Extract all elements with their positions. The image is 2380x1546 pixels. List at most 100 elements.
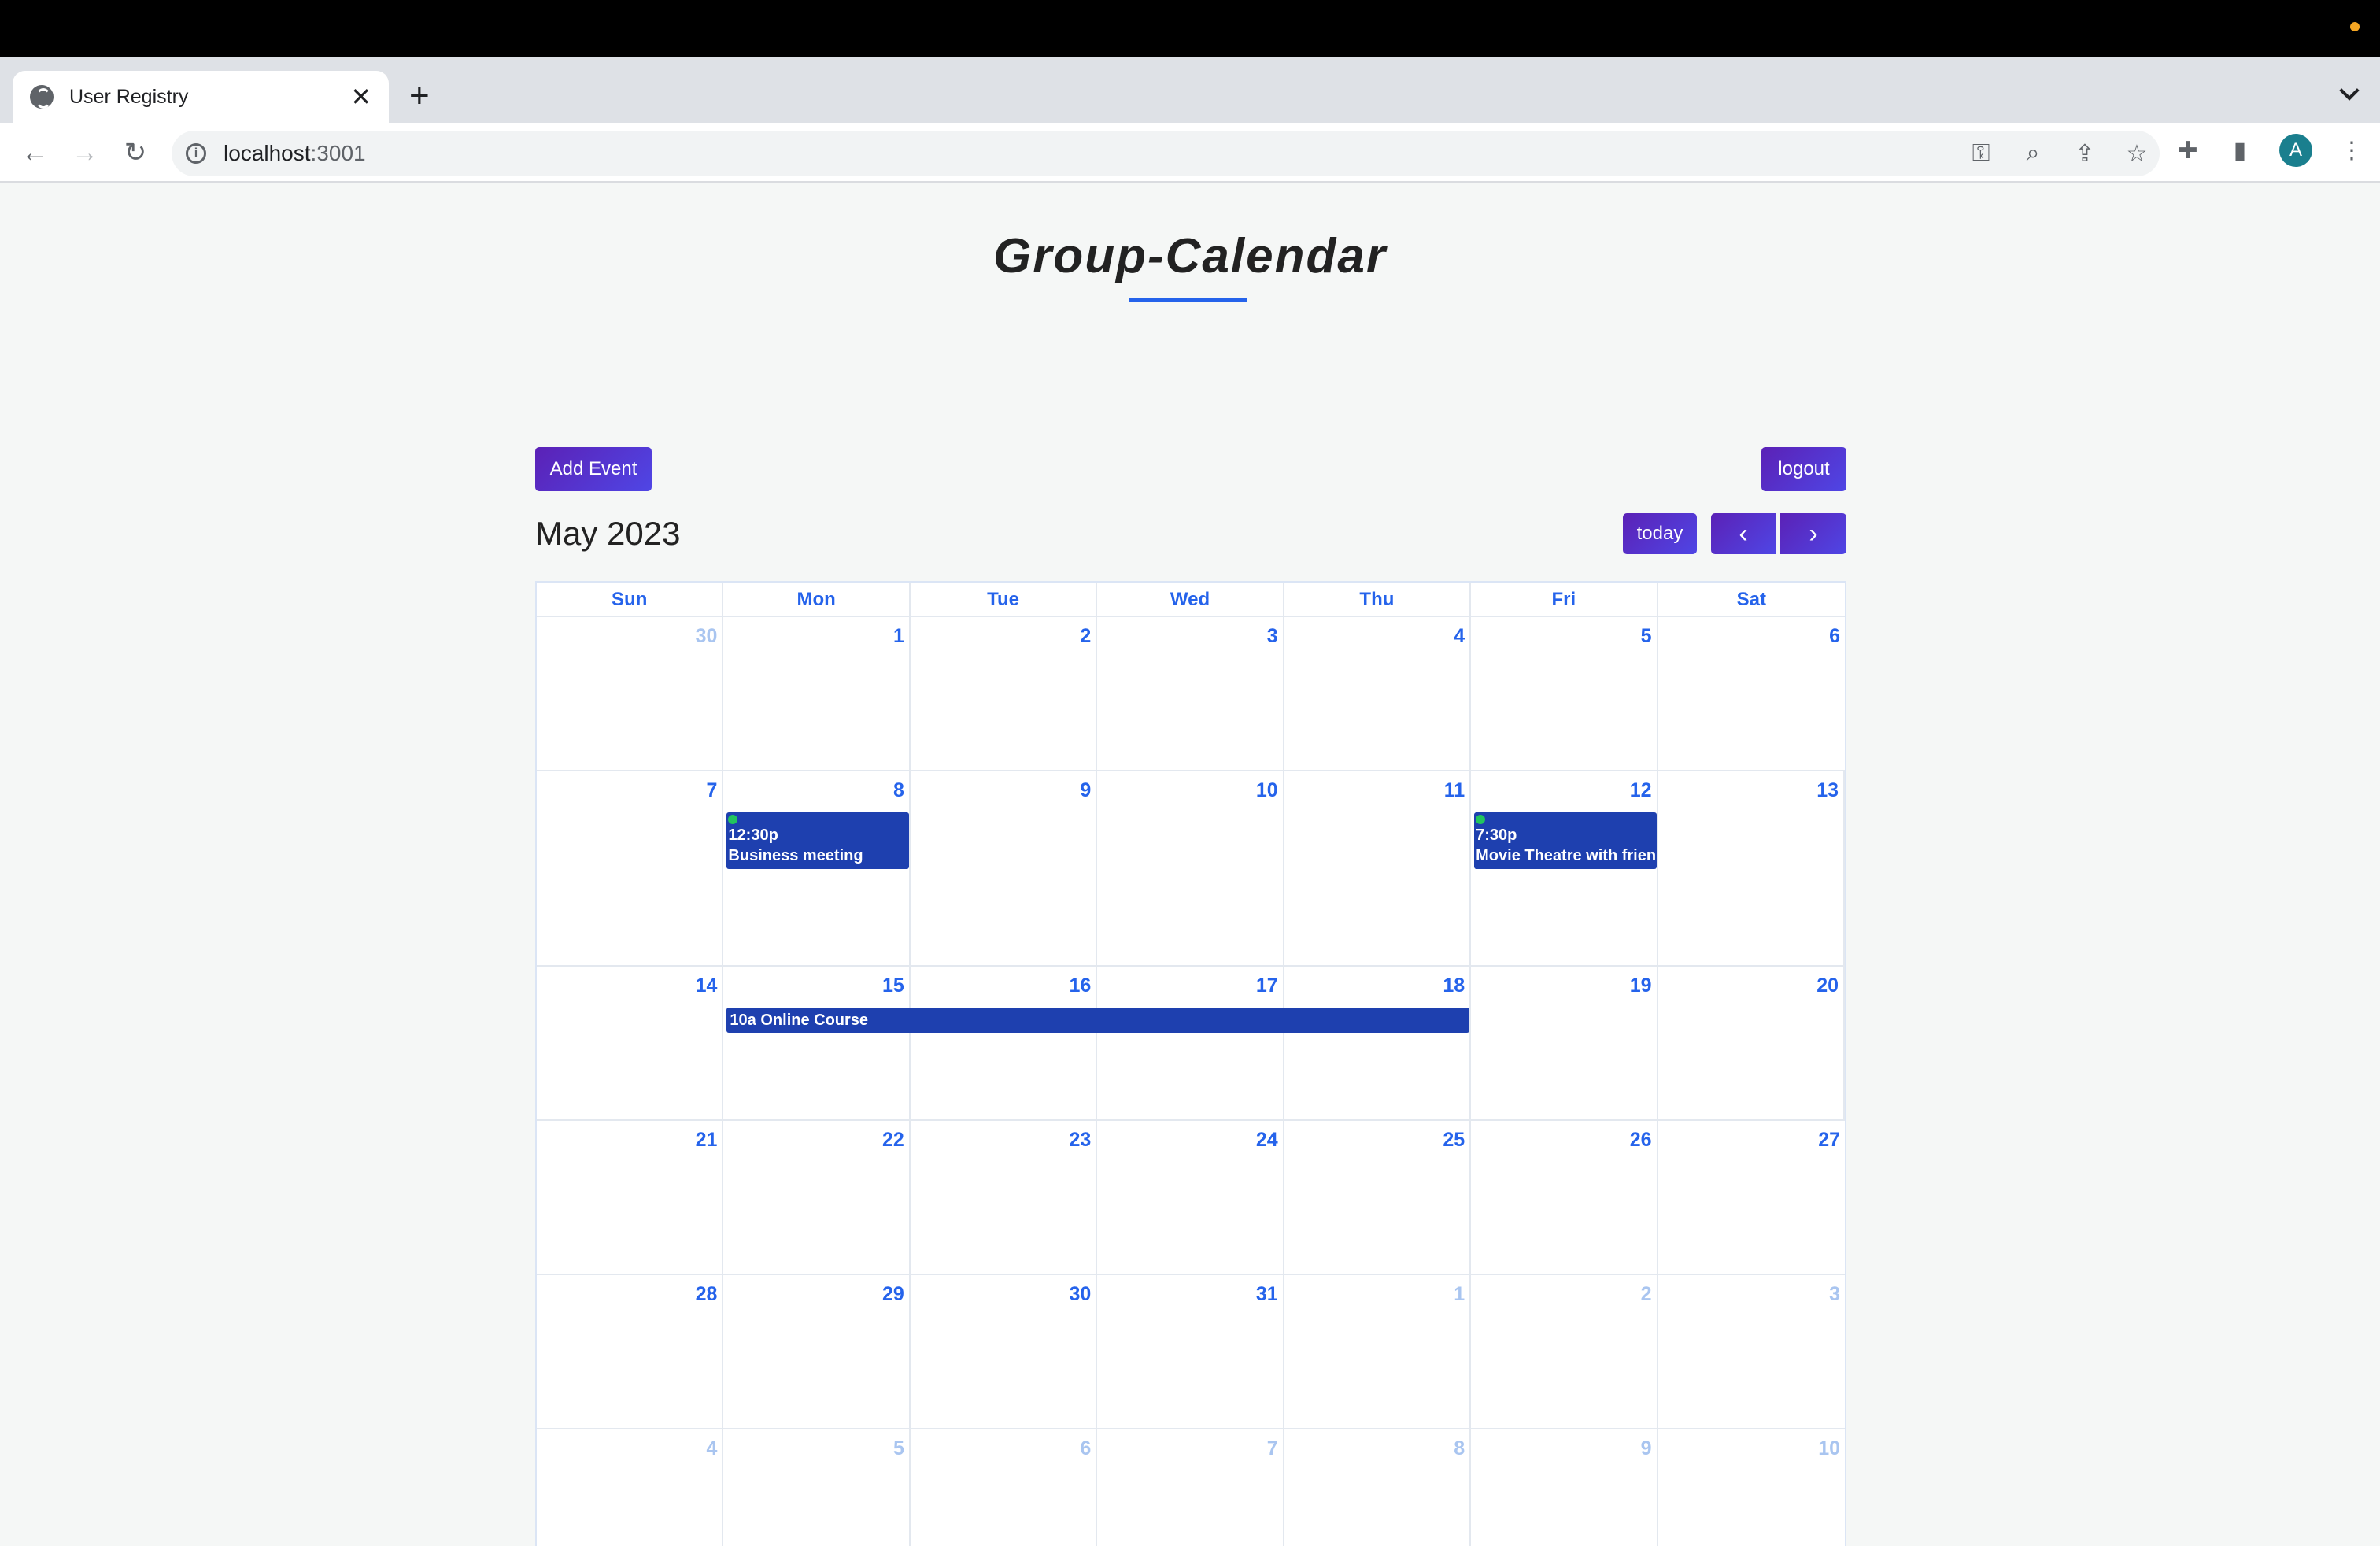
- day-number[interactable]: 29: [882, 1283, 904, 1306]
- back-arrow-icon[interactable]: ←: [17, 135, 52, 170]
- day-cell[interactable]: 9: [1471, 1429, 1658, 1546]
- new-tab-button[interactable]: +: [409, 79, 430, 113]
- close-tab-icon[interactable]: ✕: [350, 84, 371, 109]
- day-cell[interactable]: 7: [1097, 1429, 1284, 1546]
- info-icon[interactable]: i: [186, 143, 206, 164]
- day-cell[interactable]: 5: [1471, 617, 1658, 770]
- logout-button[interactable]: logout: [1761, 447, 1846, 491]
- day-cell[interactable]: 7: [537, 771, 724, 965]
- day-number[interactable]: 10: [1256, 779, 1278, 802]
- day-number[interactable]: 25: [1443, 1129, 1465, 1152]
- day-number[interactable]: 3: [1267, 625, 1278, 648]
- day-number[interactable]: 9: [1641, 1437, 1652, 1460]
- calendar-event[interactable]: 10a Online Course: [726, 1008, 1470, 1033]
- day-number[interactable]: 5: [1641, 625, 1652, 648]
- day-cell[interactable]: 6: [1658, 617, 1845, 770]
- day-number[interactable]: 22: [882, 1129, 904, 1152]
- day-cell[interactable]: 2: [1471, 1275, 1658, 1428]
- day-number[interactable]: 31: [1256, 1283, 1278, 1306]
- calendar-event[interactable]: 12:30p Business meeting: [726, 812, 909, 869]
- day-cell[interactable]: 24: [1097, 1121, 1284, 1274]
- day-number[interactable]: 6: [1829, 625, 1840, 648]
- day-number[interactable]: 5: [893, 1437, 904, 1460]
- day-cell[interactable]: 30: [537, 617, 724, 770]
- day-number[interactable]: 1: [1454, 1283, 1465, 1306]
- day-cell[interactable]: 29: [723, 1275, 911, 1428]
- day-cell[interactable]: 9: [911, 771, 1098, 965]
- day-cell[interactable]: 5: [723, 1429, 911, 1546]
- day-number[interactable]: 24: [1256, 1129, 1278, 1152]
- day-cell[interactable]: 31: [1097, 1275, 1284, 1428]
- day-cell[interactable]: 3: [1658, 1275, 1845, 1428]
- day-number[interactable]: 2: [1641, 1283, 1652, 1306]
- day-number[interactable]: 16: [1069, 975, 1091, 997]
- day-cell[interactable]: 1: [723, 617, 911, 770]
- avatar[interactable]: A: [2279, 134, 2312, 167]
- star-icon[interactable]: ☆: [2125, 140, 2149, 168]
- browser-tab[interactable]: User Registry ✕: [13, 71, 389, 123]
- day-number[interactable]: 21: [696, 1129, 718, 1152]
- day-number[interactable]: 15: [882, 975, 904, 997]
- day-number[interactable]: 7: [707, 779, 718, 802]
- day-number[interactable]: 6: [1080, 1437, 1091, 1460]
- side-panel-icon[interactable]: ▮: [2227, 137, 2252, 165]
- day-cell[interactable]: 1: [1284, 1275, 1472, 1428]
- today-button[interactable]: today: [1623, 513, 1697, 554]
- day-cell[interactable]: 18: [1284, 967, 1472, 1119]
- day-number[interactable]: 10: [1818, 1437, 1840, 1460]
- chevron-down-icon[interactable]: [2339, 80, 2360, 101]
- next-month-button[interactable]: ›: [1780, 513, 1846, 554]
- forward-arrow-icon[interactable]: →: [68, 135, 102, 170]
- day-cell[interactable]: 6: [911, 1429, 1098, 1546]
- day-cell[interactable]: 16: [911, 967, 1098, 1119]
- day-cell[interactable]: 4: [1284, 617, 1472, 770]
- day-number[interactable]: 30: [1069, 1283, 1091, 1306]
- day-number[interactable]: 12: [1630, 779, 1652, 802]
- key-icon[interactable]: ⚿: [1969, 140, 1993, 167]
- day-number[interactable]: 11: [1444, 779, 1465, 802]
- day-cell[interactable]: 26: [1471, 1121, 1658, 1274]
- more-menu-icon[interactable]: ⋮: [2339, 137, 2364, 165]
- day-number[interactable]: 30: [696, 625, 718, 648]
- day-cell[interactable]: 28: [537, 1275, 724, 1428]
- day-cell[interactable]: 4: [537, 1429, 724, 1546]
- extensions-icon[interactable]: ✚: [2175, 137, 2201, 165]
- day-number[interactable]: 14: [696, 975, 718, 997]
- day-number[interactable]: 1: [893, 625, 904, 648]
- day-cell[interactable]: 20: [1658, 967, 1845, 1119]
- day-number[interactable]: 26: [1630, 1129, 1652, 1152]
- zoom-icon[interactable]: ⌕: [2021, 140, 2045, 167]
- day-number[interactable]: 23: [1069, 1129, 1091, 1152]
- day-number[interactable]: 2: [1080, 625, 1091, 648]
- day-number[interactable]: 8: [1454, 1437, 1465, 1460]
- day-cell[interactable]: 21: [537, 1121, 724, 1274]
- share-icon[interactable]: ⇪: [2073, 140, 2097, 168]
- day-number[interactable]: 13: [1816, 779, 1839, 802]
- calendar-event[interactable]: 7:30p Movie Theatre with friends: [1474, 812, 1657, 869]
- day-number[interactable]: 9: [1080, 779, 1091, 802]
- day-number[interactable]: 18: [1443, 975, 1465, 997]
- day-number[interactable]: 4: [1454, 625, 1465, 648]
- day-number[interactable]: 7: [1267, 1437, 1278, 1460]
- add-event-button[interactable]: Add Event: [535, 447, 652, 491]
- day-cell[interactable]: 2: [911, 617, 1098, 770]
- day-cell[interactable]: 14: [537, 967, 724, 1119]
- day-cell[interactable]: 10: [1097, 771, 1284, 965]
- day-number[interactable]: 27: [1818, 1129, 1840, 1152]
- address-bar[interactable]: i localhost:3001 ⚿ ⌕ ⇪ ☆: [172, 131, 2160, 176]
- day-number[interactable]: 28: [696, 1283, 718, 1306]
- day-cell[interactable]: 25: [1284, 1121, 1472, 1274]
- day-cell[interactable]: 27: [1658, 1121, 1845, 1274]
- day-cell[interactable]: 8: [1284, 1429, 1472, 1546]
- day-cell[interactable]: 22: [723, 1121, 911, 1274]
- day-number[interactable]: 17: [1256, 975, 1278, 997]
- day-cell[interactable]: 19: [1471, 967, 1658, 1119]
- day-cell[interactable]: 13: [1658, 771, 1845, 965]
- day-cell[interactable]: 30: [911, 1275, 1098, 1428]
- day-number[interactable]: 8: [893, 779, 904, 802]
- day-cell[interactable]: 3: [1097, 617, 1284, 770]
- prev-month-button[interactable]: ‹: [1711, 513, 1776, 554]
- day-cell[interactable]: 23: [911, 1121, 1098, 1274]
- day-cell[interactable]: 11: [1284, 771, 1472, 965]
- day-number[interactable]: 4: [707, 1437, 718, 1460]
